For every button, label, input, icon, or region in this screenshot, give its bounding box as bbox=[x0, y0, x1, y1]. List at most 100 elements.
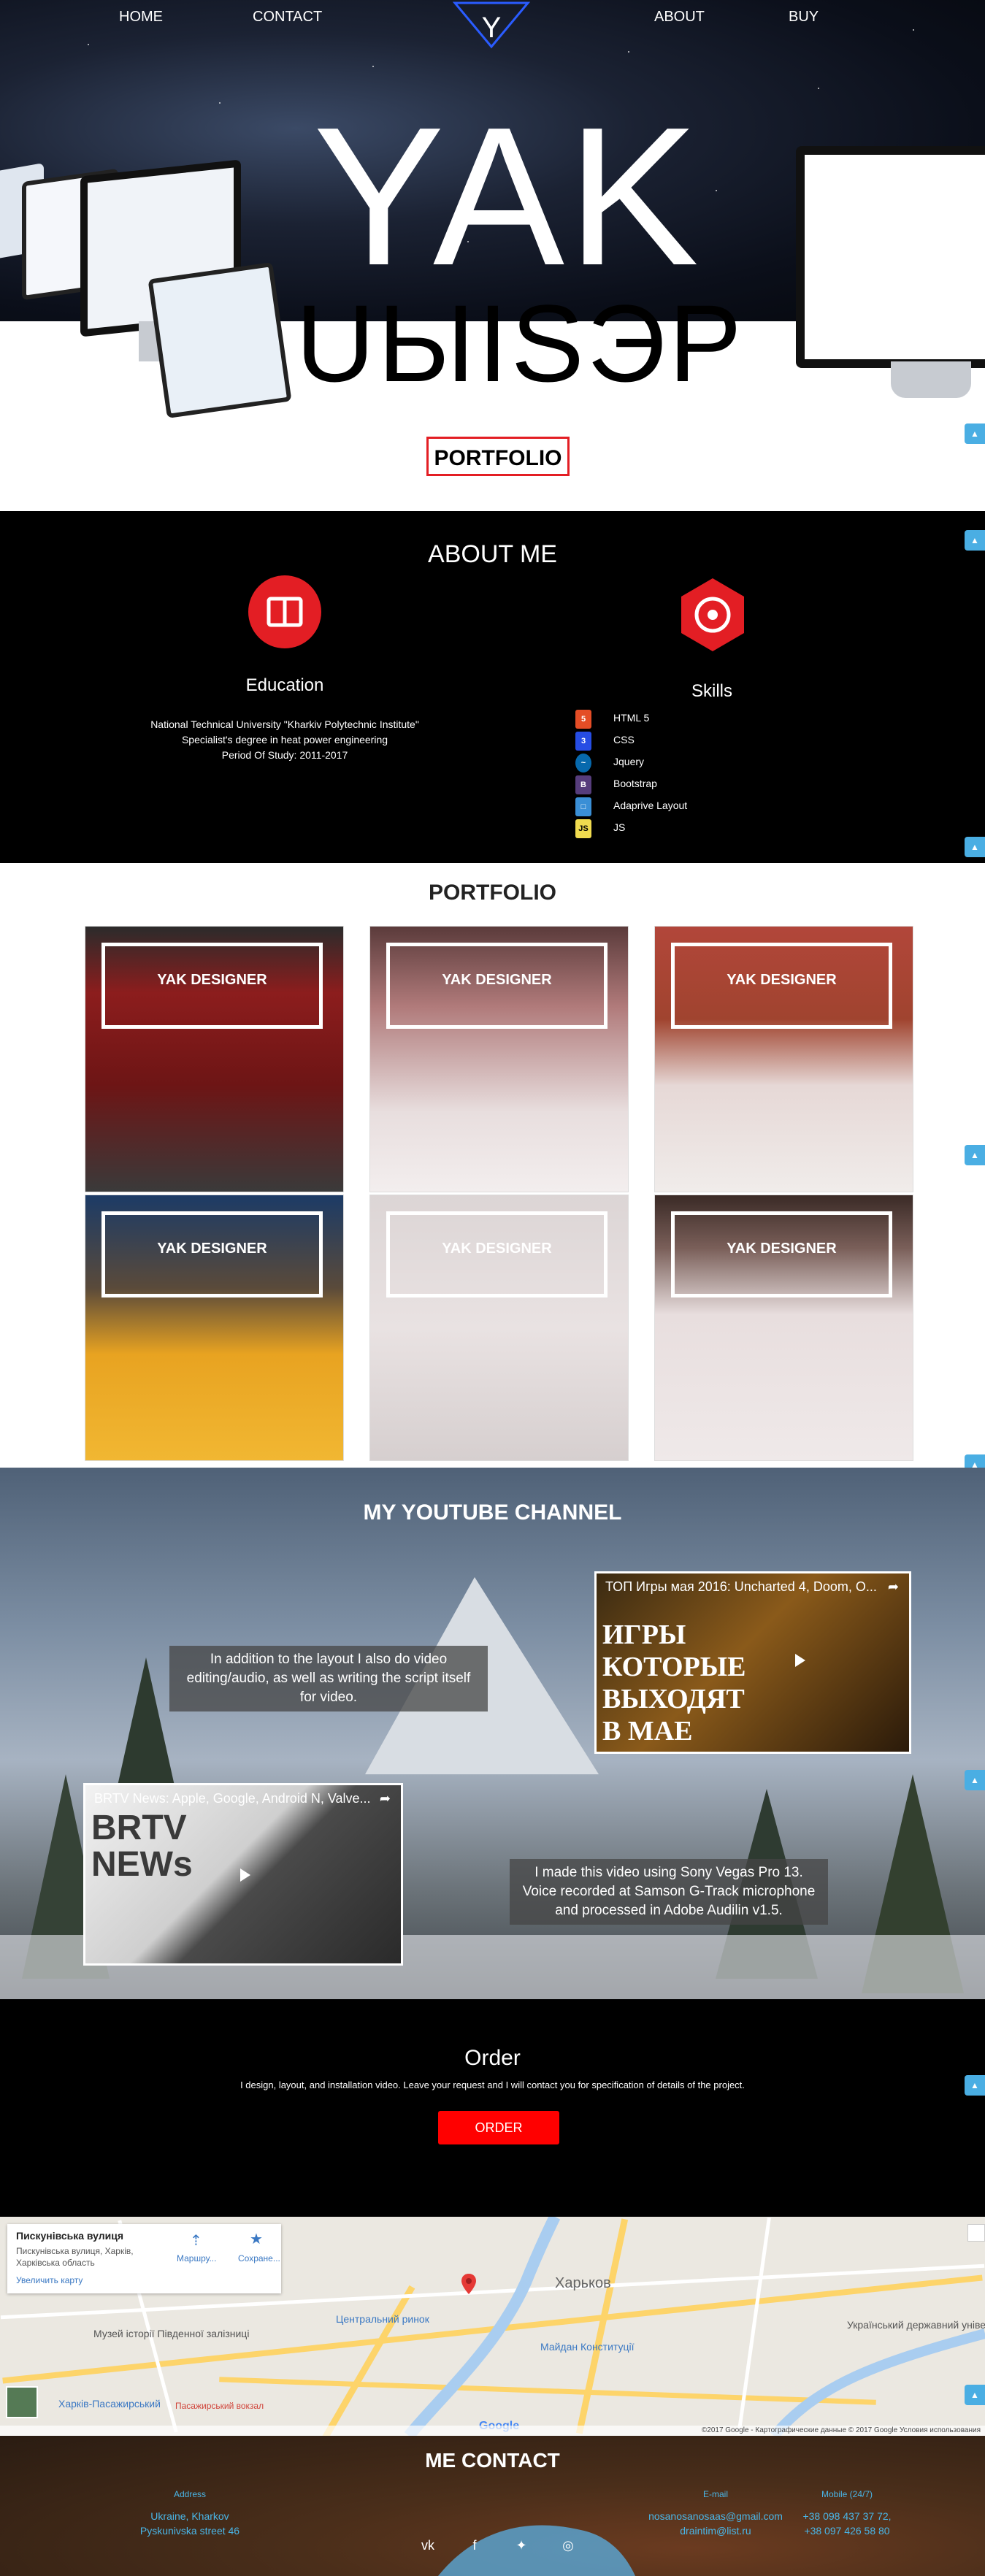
map-city-label: Харьков bbox=[555, 2275, 611, 2291]
mobile-block: Mobile (24/7) bbox=[807, 2487, 887, 2502]
email-block: E-mail bbox=[686, 2487, 745, 2502]
css3-icon: 3 bbox=[575, 732, 591, 751]
portfolio-tile-frame: YAK DESIGNER bbox=[671, 943, 892, 1029]
video-caption-1: In addition to the layout I also do vide… bbox=[169, 1646, 488, 1711]
scroll-top-tab[interactable]: ▲ bbox=[965, 837, 985, 857]
education-line: National Technical University "Kharkiv P… bbox=[150, 718, 419, 730]
map-enlarge-link[interactable]: Увеличить карту bbox=[16, 2275, 83, 2285]
education-line: Period Of Study: 2011-2017 bbox=[221, 749, 348, 761]
portfolio-tile-label: YAK DESIGNER bbox=[727, 1241, 837, 1257]
portfolio-tile-frame: YAK DESIGNER bbox=[386, 1211, 608, 1297]
hero-portfolio-button[interactable]: PORTFOLIO bbox=[426, 437, 570, 476]
scroll-top-tab[interactable]: ▲ bbox=[965, 530, 985, 551]
nav-buy-link[interactable]: BUY bbox=[789, 9, 819, 26]
portfolio-tile-frame: YAK DESIGNER bbox=[671, 1211, 892, 1297]
address-lines: Ukraine, Kharkov Pyskunivska street 46 bbox=[139, 2510, 240, 2537]
nav-home-link[interactable]: HOME bbox=[119, 9, 163, 26]
map-place-label: Харків-Пасажирський bbox=[58, 2398, 161, 2410]
scroll-top-tab[interactable]: ▲ bbox=[965, 423, 985, 444]
play-icon[interactable] bbox=[795, 1654, 805, 1667]
phone-lines: +38 098 437 37 72, +38 097 426 58 80 bbox=[802, 2510, 892, 2537]
map-section[interactable]: Харьков Музей історії Південної залізниц… bbox=[0, 2217, 985, 2436]
skill-name: JS bbox=[613, 821, 626, 833]
share-icon[interactable]: ➦ bbox=[380, 1791, 391, 1806]
portfolio-tile[interactable]: YAK DESIGNER bbox=[85, 926, 344, 1192]
hero-title-line-2: UЫISЭP bbox=[296, 282, 745, 405]
portfolio-tile-label: YAK DESIGNER bbox=[157, 972, 267, 988]
video-player-1[interactable]: ТОП Игры мая 2016: Uncharted 4, Doom, O.… bbox=[594, 1571, 911, 1754]
portfolio-section: PORTFOLIO YAK DESIGNER YAK DESIGNER YAK … bbox=[0, 863, 985, 1475]
map-place-label: Майдан Конституції bbox=[540, 2341, 635, 2353]
skill-name: HTML 5 bbox=[613, 712, 650, 724]
js-icon: JS bbox=[575, 819, 591, 838]
portfolio-tile[interactable]: YAK DESIGNER bbox=[654, 926, 913, 1192]
address-block: Address bbox=[161, 2487, 219, 2502]
skill-name: Bootstrap bbox=[613, 778, 657, 789]
scroll-top-tab[interactable]: ▲ bbox=[965, 2075, 985, 2096]
mobile-label: Mobile (24/7) bbox=[821, 2489, 873, 2499]
nav-about-link[interactable]: ABOUT bbox=[654, 9, 705, 26]
instagram-icon[interactable]: ◎ bbox=[559, 2537, 577, 2554]
portfolio-tile[interactable]: YAK DESIGNER bbox=[369, 926, 629, 1192]
jquery-icon: ~ bbox=[575, 754, 591, 773]
hero-title-line-1: YAK bbox=[313, 87, 702, 307]
portfolio-tile-frame: YAK DESIGNER bbox=[101, 943, 323, 1029]
route-button[interactable]: Маршру... bbox=[177, 2253, 216, 2263]
facebook-icon[interactable]: f bbox=[466, 2537, 483, 2554]
skill-name: Jquery bbox=[613, 756, 645, 767]
video-title: ТОП Игры мая 2016: Uncharted 4, Doom, O.… bbox=[605, 1579, 877, 1594]
save-button[interactable]: Сохране... bbox=[238, 2253, 280, 2263]
order-description: I design, layout, and installation video… bbox=[240, 2079, 745, 2090]
education-book-icon bbox=[248, 575, 321, 648]
adaptive-icon: □ bbox=[575, 797, 591, 816]
nav-contact-link[interactable]: CONTACT bbox=[253, 9, 322, 26]
scroll-top-tab[interactable]: ▲ bbox=[965, 2385, 985, 2405]
satellite-toggle[interactable] bbox=[6, 2386, 38, 2418]
portfolio-tile[interactable]: YAK DESIGNER bbox=[654, 1195, 913, 1461]
site-logo[interactable]: Y bbox=[452, 1, 531, 50]
portfolio-tile-frame: YAK DESIGNER bbox=[386, 943, 608, 1029]
portfolio-tile-label: YAK DESIGNER bbox=[157, 1241, 267, 1257]
portfolio-tile-frame: YAK DESIGNER bbox=[101, 1211, 323, 1297]
vk-icon[interactable]: vk bbox=[419, 2537, 437, 2554]
scroll-top-tab[interactable]: ▲ bbox=[965, 1145, 985, 1165]
about-title: ABOUT ME bbox=[428, 540, 557, 568]
portfolio-tile[interactable]: YAK DESIGNER bbox=[85, 1195, 344, 1461]
map-place-label: Пасажирський вокзал bbox=[175, 2401, 264, 2411]
share-icon[interactable]: ➦ bbox=[888, 1579, 899, 1595]
email-label: E-mail bbox=[702, 2489, 728, 2499]
portfolio-tile-label: YAK DESIGNER bbox=[442, 1241, 552, 1257]
route-icon[interactable]: ⇡ bbox=[190, 2231, 202, 2250]
scroll-top-tab[interactable]: ▲ bbox=[965, 1770, 985, 1790]
order-button[interactable]: ORDER bbox=[438, 2111, 559, 2144]
map-place-label: Музей історії Південної залізниці bbox=[93, 2328, 250, 2339]
save-star-icon[interactable]: ★ bbox=[250, 2230, 263, 2248]
portfolio-tile-label: YAK DESIGNER bbox=[727, 972, 837, 988]
order-section: Order I design, layout, and installation… bbox=[0, 1999, 985, 2217]
portfolio-tile[interactable]: YAK DESIGNER bbox=[369, 1195, 629, 1461]
video-thumbnail-text: BRTV NEWs bbox=[91, 1809, 193, 1884]
portfolio-tile-label: YAK DESIGNER bbox=[442, 972, 552, 988]
video-player-2[interactable]: BRTV News: Apple, Google, Android N, Val… bbox=[83, 1783, 403, 1966]
email-lines: nosanosanosaas@gmail.com draintim@list.r… bbox=[648, 2510, 783, 2537]
video-caption-2: I made this video using Sony Vegas Pro 1… bbox=[510, 1859, 828, 1925]
play-icon[interactable] bbox=[240, 1868, 250, 1882]
map-card-region: Харківська область bbox=[16, 2258, 95, 2268]
hero-section: HOME CONTACT Y ABOUT BUY YAK UЫISЭP PORT… bbox=[0, 0, 985, 511]
map-place-label: Центральний ринок bbox=[336, 2313, 429, 2325]
map-card-address: Пискунівська вулиця, Харків, bbox=[16, 2246, 134, 2256]
skill-name: CSS bbox=[613, 734, 635, 745]
fullscreen-icon[interactable] bbox=[967, 2224, 985, 2242]
map-pin-icon[interactable] bbox=[461, 2274, 476, 2294]
map-place-label: Український державний університет... bbox=[847, 2319, 985, 2331]
education-details: National Technical University "Kharkiv P… bbox=[131, 717, 438, 763]
html5-icon: 5 bbox=[575, 710, 591, 729]
twitter-icon[interactable]: ✦ bbox=[513, 2537, 530, 2554]
map-card-title: Пискунівська вулиця bbox=[16, 2230, 124, 2242]
youtube-section: MY YOUTUBE CHANNEL ТОП Игры мая 2016: Un… bbox=[0, 1468, 985, 1999]
bootstrap-icon: B bbox=[575, 775, 591, 794]
contact-title: ME CONTACT bbox=[425, 2449, 560, 2472]
skills-label: Skills bbox=[691, 681, 732, 701]
skill-name: Adaprive Layout bbox=[613, 800, 688, 811]
education-line: Specialist's degree in heat power engine… bbox=[181, 734, 388, 745]
